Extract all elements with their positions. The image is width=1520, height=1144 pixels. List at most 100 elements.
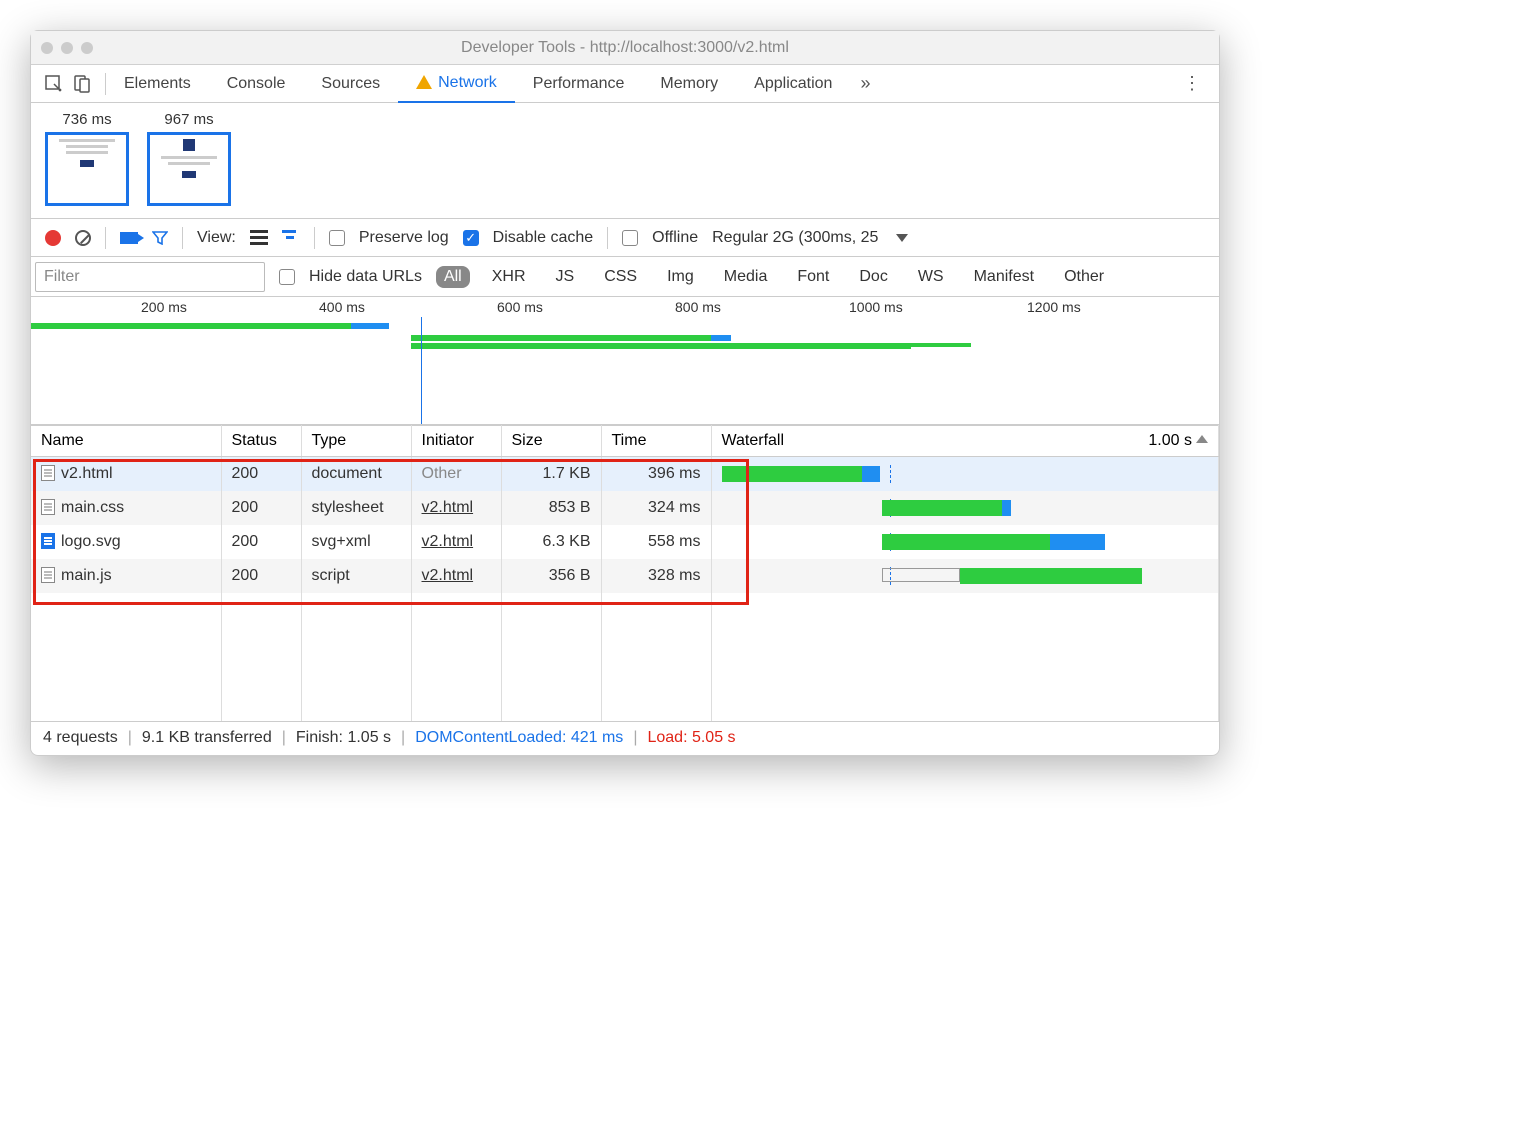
filter-type-img[interactable]: Img [659,266,702,288]
col-waterfall[interactable]: Waterfall 1.00 s [711,426,1219,457]
filmstrip-frame[interactable]: 967 ms [147,111,231,206]
filter-type-js[interactable]: JS [548,266,583,288]
col-name[interactable]: Name [31,426,221,457]
devtools-tabbar: Elements Console Sources Network Perform… [31,65,1219,103]
cell-waterfall [711,559,1219,593]
cell-size: 1.7 KB [501,457,601,491]
status-requests: 4 requests [43,729,118,747]
status-bar: 4 requests | 9.1 KB transferred | Finish… [31,721,1219,755]
table-row[interactable]: main.js 200 script v2.html 356 B 328 ms [31,559,1219,593]
separator [314,227,315,249]
dom-content-loaded-marker [421,317,422,424]
cell-waterfall [711,457,1219,491]
device-toggle-icon[interactable] [73,75,91,93]
frame-thumbnail[interactable] [45,132,129,206]
minimize-dot[interactable] [61,42,73,54]
zoom-dot[interactable] [81,42,93,54]
filter-type-ws[interactable]: WS [910,266,952,288]
filter-type-xhr[interactable]: XHR [484,266,534,288]
menu-kebab-icon[interactable]: ⋮ [1173,73,1211,94]
cell-time: 396 ms [601,457,711,491]
warning-icon [416,75,432,89]
col-type[interactable]: Type [301,426,411,457]
sort-asc-icon [1196,435,1208,443]
overview-ruler: 200 ms 400 ms 600 ms 800 ms 1000 ms 1200… [31,297,1219,319]
filter-type-doc[interactable]: Doc [851,266,895,288]
cell-initiator[interactable]: v2.html [411,525,501,559]
filter-input[interactable]: Filter [35,262,265,292]
cell-type: script [301,559,411,593]
view-label: View: [197,229,236,247]
cell-type: stylesheet [301,491,411,525]
tab-sources[interactable]: Sources [303,65,398,103]
cell-status: 200 [221,457,301,491]
cell-initiator: Other [411,457,501,491]
offline-checkbox[interactable] [622,230,638,246]
cell-name: v2.html [31,457,221,491]
window-title: Developer Tools - http://localhost:3000/… [31,39,1219,57]
filter-bar: Filter Hide data URLs All XHR JS CSS Img… [31,257,1219,297]
cell-name: main.css [31,491,221,525]
tab-application[interactable]: Application [736,65,850,103]
window-titlebar: Developer Tools - http://localhost:3000/… [31,31,1219,65]
close-dot[interactable] [41,42,53,54]
preserve-log-label: Preserve log [359,229,449,247]
view-waterfall-icon[interactable] [282,230,300,246]
tab-console[interactable]: Console [209,65,304,103]
frame-thumbnail[interactable] [147,132,231,206]
network-toolbar: View: Preserve log ✓ Disable cache Offli… [31,219,1219,257]
tab-memory[interactable]: Memory [642,65,736,103]
cell-waterfall [711,491,1219,525]
clear-icon[interactable] [75,230,91,246]
col-size[interactable]: Size [501,426,601,457]
frame-time: 736 ms [62,111,111,128]
hide-data-urls-checkbox[interactable] [279,269,295,285]
cell-status: 200 [221,525,301,559]
file-icon [41,465,55,481]
chevron-down-icon[interactable] [896,234,908,242]
cell-time: 558 ms [601,525,711,559]
tab-elements[interactable]: Elements [106,65,209,103]
tab-network[interactable]: Network [398,65,515,103]
status-transferred: 9.1 KB transferred [142,729,272,747]
filter-type-all[interactable]: All [436,266,470,288]
tabs-overflow[interactable]: » [850,73,880,94]
record-icon[interactable] [45,230,61,246]
filter-type-other[interactable]: Other [1056,266,1112,288]
file-icon [41,567,55,583]
cell-name: logo.svg [31,525,221,559]
separator [105,227,106,249]
status-finish: Finish: 1.05 s [296,729,391,747]
cell-status: 200 [221,559,301,593]
hide-data-urls-label: Hide data URLs [309,268,422,286]
cell-size: 6.3 KB [501,525,601,559]
filter-type-manifest[interactable]: Manifest [966,266,1042,288]
requests-table: Name Status Type Initiator Size Time Wat… [31,425,1219,721]
filmstrip-frame[interactable]: 736 ms [45,111,129,206]
filter-icon[interactable] [152,231,168,245]
preserve-log-checkbox[interactable] [329,230,345,246]
screenshot-icon[interactable] [120,232,138,244]
col-status[interactable]: Status [221,426,301,457]
col-initiator[interactable]: Initiator [411,426,501,457]
filter-type-css[interactable]: CSS [596,266,645,288]
cell-waterfall [711,525,1219,559]
overview-timeline[interactable]: 200 ms 400 ms 600 ms 800 ms 1000 ms 1200… [31,297,1219,425]
tab-performance[interactable]: Performance [515,65,643,103]
status-load: Load: 5.05 s [647,729,735,747]
offline-label: Offline [652,229,698,247]
view-list-icon[interactable] [250,230,268,246]
table-row[interactable]: main.css 200 stylesheet v2.html 853 B 32… [31,491,1219,525]
cell-initiator[interactable]: v2.html [411,491,501,525]
throttling-select[interactable]: Regular 2G (300ms, 25 [712,229,878,247]
filter-type-font[interactable]: Font [789,266,837,288]
table-row[interactable]: logo.svg 200 svg+xml v2.html 6.3 KB 558 … [31,525,1219,559]
disable-cache-checkbox[interactable]: ✓ [463,230,479,246]
table-row[interactable]: v2.html 200 document Other 1.7 KB 396 ms [31,457,1219,491]
filter-type-media[interactable]: Media [716,266,776,288]
col-time[interactable]: Time [601,426,711,457]
window-controls[interactable] [41,42,93,54]
cell-initiator[interactable]: v2.html [411,559,501,593]
cell-size: 853 B [501,491,601,525]
inspect-icon[interactable] [45,75,63,93]
